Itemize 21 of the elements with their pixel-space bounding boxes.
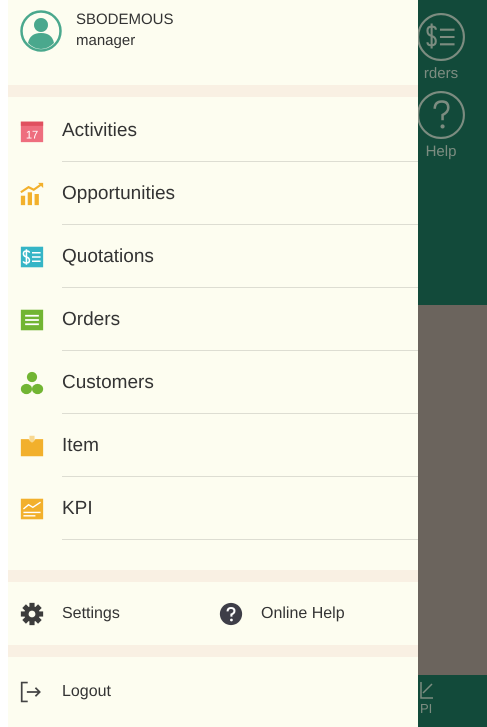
settings-icon (20, 602, 44, 626)
nav-label: Help (426, 143, 456, 160)
box-icon (20, 434, 44, 458)
price-list-icon[interactable] (418, 12, 466, 62)
user-name: SBODEMOUS (76, 11, 174, 28)
avatar-icon (20, 10, 62, 52)
user-role: manager (76, 32, 136, 49)
footer-link[interactable]: Online Help (261, 604, 345, 622)
nav-label: rders (424, 65, 458, 82)
bar-chart-icon (20, 182, 44, 206)
footer-link[interactable]: Settings (62, 604, 120, 622)
people-icon (20, 370, 44, 394)
logout-link[interactable]: Logout (62, 683, 111, 701)
chart-icon[interactable] (420, 681, 434, 699)
list-icon (20, 308, 44, 332)
price-list-icon (20, 244, 44, 268)
kpi-chart-icon (20, 496, 44, 520)
calendar-icon: 17 (20, 118, 44, 142)
help-icon[interactable] (418, 90, 466, 140)
nav-label: PI (420, 701, 434, 716)
help-icon (219, 602, 243, 626)
